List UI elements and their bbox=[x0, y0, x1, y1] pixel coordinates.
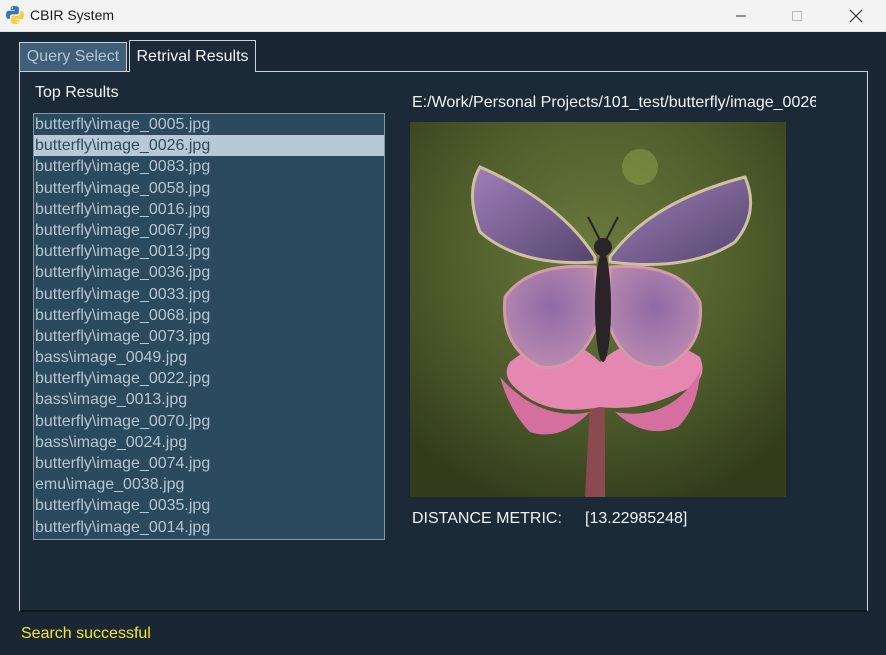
list-item[interactable]: bass\image_0013.jpg bbox=[34, 389, 384, 410]
list-item[interactable]: butterfly\image_0083.jpg bbox=[34, 156, 384, 177]
list-item[interactable]: butterfly\image_0074.jpg bbox=[34, 453, 384, 474]
close-icon bbox=[849, 9, 863, 22]
tab-query-select[interactable]: Query Select bbox=[19, 42, 127, 71]
list-item[interactable]: butterfly\image_0067.jpg bbox=[34, 220, 384, 241]
butterfly-photo bbox=[410, 122, 786, 497]
list-item[interactable]: butterfly\image_0005.jpg bbox=[34, 114, 384, 135]
status-message: Search successful bbox=[21, 625, 151, 642]
image-path: E:/Work/Personal Projects/101_test/butte… bbox=[412, 94, 816, 111]
list-item[interactable]: butterfly\image_0073.jpg bbox=[34, 326, 384, 347]
list-item[interactable]: butterfly\image_0070.jpg bbox=[34, 411, 384, 432]
distance-metric-label: DISTANCE METRIC: bbox=[412, 510, 562, 527]
maximize-button[interactable] bbox=[774, 0, 820, 31]
list-item[interactable]: bass\image_0024.jpg bbox=[34, 432, 384, 453]
list-item[interactable]: butterfly\image_0033.jpg bbox=[34, 284, 384, 305]
list-item[interactable]: butterfly\image_0013.jpg bbox=[34, 241, 384, 262]
maximize-icon bbox=[792, 10, 802, 21]
list-item[interactable]: butterfly\image_0058.jpg bbox=[34, 178, 384, 199]
close-button[interactable] bbox=[833, 0, 879, 31]
top-results-label: Top Results bbox=[35, 84, 119, 101]
list-item[interactable]: butterfly\image_0068.jpg bbox=[34, 305, 384, 326]
list-item[interactable]: butterfly\image_0036.jpg bbox=[34, 262, 384, 283]
list-item[interactable]: emu\image_0038.jpg bbox=[34, 474, 384, 495]
distance-metric-value: [13.22985248] bbox=[585, 510, 688, 527]
minimize-button[interactable] bbox=[718, 0, 764, 31]
minimize-icon bbox=[736, 15, 746, 16]
list-item[interactable]: butterfly\image_0014.jpg bbox=[34, 517, 384, 538]
list-item[interactable]: butterfly\image_0035.jpg bbox=[34, 495, 384, 516]
results-listbox[interactable]: butterfly\image_0005.jpg butterfly\image… bbox=[33, 113, 385, 540]
window-title: CBIR System bbox=[30, 7, 115, 23]
list-item-selected[interactable]: butterfly\image_0026.jpg bbox=[34, 135, 384, 157]
python-icon bbox=[6, 6, 24, 24]
list-item[interactable]: butterfly\image_0016.jpg bbox=[34, 199, 384, 220]
list-item[interactable]: butterfly\image_0022.jpg bbox=[34, 368, 384, 389]
title-bar: CBIR System bbox=[0, 0, 886, 32]
tab-retrival-results[interactable]: Retrival Results bbox=[129, 40, 256, 72]
list-item[interactable]: bass\image_0049.jpg bbox=[34, 347, 384, 368]
